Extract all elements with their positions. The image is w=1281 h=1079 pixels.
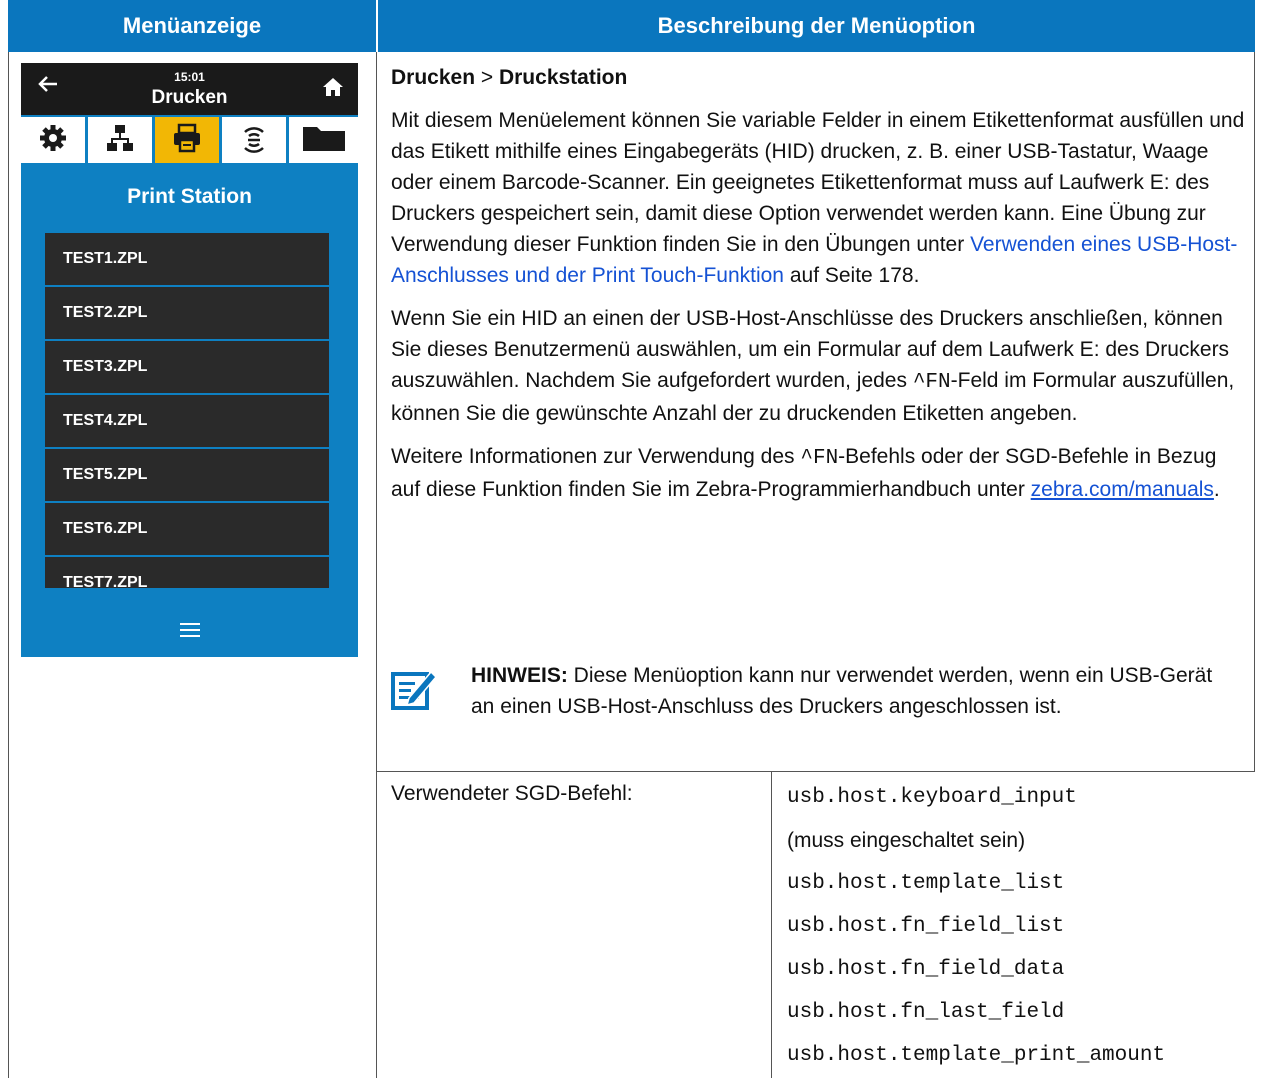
file-item-test4[interactable]: TEST4.ZPL [45, 395, 329, 447]
table-row-divider [376, 771, 1255, 772]
note-pencil-icon [391, 666, 438, 717]
rfid-icon [239, 123, 269, 158]
table-border-right [1254, 52, 1255, 772]
tab-storage[interactable] [289, 117, 358, 163]
sgd-command-label: Verwendeter SGD-Befehl: [391, 782, 633, 805]
network-icon [105, 123, 135, 158]
display-menu-title: Drucken [151, 87, 228, 108]
zebra-manuals-link[interactable]: zebra.com/manuals [1031, 478, 1214, 501]
table-divider [376, 52, 377, 1078]
description-paragraph-1: Mit diesem Menüelement können Sie variab… [391, 109, 1245, 287]
file-item-test1[interactable]: TEST1.ZPL [45, 233, 329, 285]
column-header-label: Beschreibung der Menüoption [657, 13, 976, 38]
file-item-test2[interactable]: TEST2.ZPL [45, 287, 329, 339]
file-list: TEST1.ZPL TEST2.ZPL TEST3.ZPL TEST4.ZPL … [45, 233, 329, 588]
display-top-bar: 15:01 Drucken [21, 63, 358, 115]
column-header-description: Beschreibung der Menüoption [378, 0, 1255, 52]
file-item-test6[interactable]: TEST6.ZPL [45, 503, 329, 555]
table-border-left [8, 52, 9, 1078]
printer-icon [172, 123, 202, 158]
hamburger-menu-icon[interactable] [180, 623, 200, 641]
breadcrumb-item: Druckstation [498, 66, 628, 89]
folder-icon [301, 123, 347, 158]
tab-wireless[interactable] [222, 117, 286, 163]
sgd-command: usb.host.fn_last_field [787, 1001, 1065, 1024]
tab-network[interactable] [88, 117, 152, 163]
note-text: HINWEIS: Diese Menüoption kann nur verwe… [471, 664, 1213, 718]
gear-icon [38, 123, 68, 158]
breadcrumb: Drucken > Druckstation [391, 62, 1251, 93]
display-time: 15:01 [174, 70, 205, 84]
sgd-command: usb.host.fn_field_data [787, 958, 1065, 981]
display-tab-bar [21, 117, 358, 163]
column-header-menu-display: Menüanzeige [8, 0, 376, 52]
column-header-label: Menüanzeige [122, 13, 262, 38]
breadcrumb-separator: > [475, 66, 499, 89]
sgd-command: usb.host.template_print_amount [787, 1044, 1166, 1067]
note-label: HINWEIS: [471, 664, 568, 687]
breadcrumb-menu: Drucken [391, 66, 476, 89]
file-item-test3[interactable]: TEST3.ZPL [45, 341, 329, 393]
fn-code: ^FN [800, 447, 839, 470]
file-item-test7[interactable]: TEST7.ZPL [45, 557, 329, 588]
description-paragraph-3: Weitere Informationen zur Verwendung des… [391, 445, 1220, 501]
sgd-command: usb.host.template_list [787, 872, 1065, 895]
print-station-title: Print Station [127, 185, 252, 208]
sgd-command: usb.host.keyboard_input [787, 786, 1077, 809]
printer-display-screenshot: 15:01 Drucken Print Station TEST1.ZPL TE… [21, 63, 358, 657]
tab-print[interactable] [155, 117, 219, 163]
tab-settings[interactable] [21, 117, 85, 163]
menu-description: Drucken > Druckstation Mit diesem Menüel… [391, 62, 1251, 517]
sgd-command: usb.host.fn_field_list [787, 915, 1065, 938]
description-paragraph-2: Wenn Sie ein HID an einen der USB-Host-A… [391, 307, 1235, 425]
fn-code: ^FN [912, 371, 951, 394]
home-icon[interactable] [322, 77, 344, 102]
sgd-command-list: usb.host.keyboard_input (muss eingeschal… [787, 778, 1165, 1079]
sgd-divider [771, 771, 772, 1078]
sgd-command-note: (muss eingeschaltet sein) [787, 829, 1026, 852]
file-item-test5[interactable]: TEST5.ZPL [45, 449, 329, 501]
